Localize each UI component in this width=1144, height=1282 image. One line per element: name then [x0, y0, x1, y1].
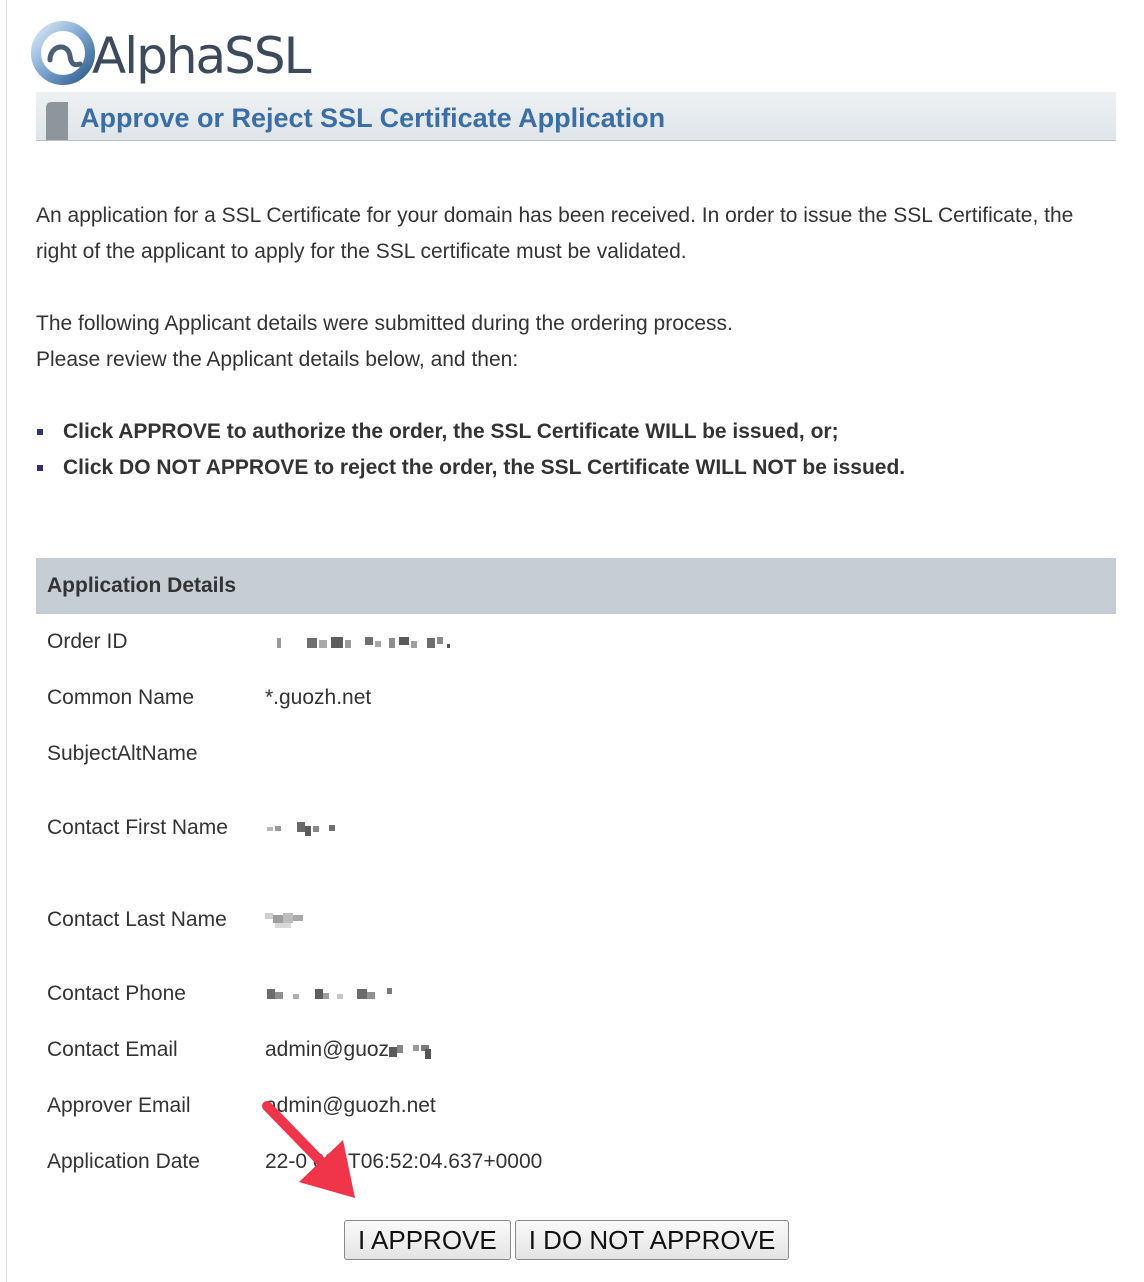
approver-email-value: admin@guozh.net	[265, 1094, 436, 1117]
redacted-value	[389, 1045, 432, 1060]
contact-email-text: admin@guoz	[265, 1038, 390, 1061]
approver-email-label: Approver Email	[47, 1094, 191, 1117]
common-name-value: *.guozh.net	[265, 686, 372, 709]
table-row: Order ID	[36, 614, 1116, 670]
approval-buttons: I APPROVE I DO NOT APPROVE	[344, 1220, 793, 1260]
application-details-table: Application Details Order ID Common Name…	[36, 558, 1116, 1190]
redacted-value	[277, 637, 450, 649]
table-row: Approver Email admin@guozh.net	[36, 1078, 1116, 1134]
red-arrow-icon	[262, 1101, 355, 1198]
contact-phone-label: Contact Phone	[47, 982, 186, 1005]
table-row: Common Name *.guozh.net	[36, 670, 1116, 726]
common-name-label: Common Name	[47, 686, 195, 709]
review-line-1: The following Applicant details were sub…	[36, 312, 733, 335]
title-tab-icon	[46, 102, 68, 140]
list-item: Click DO NOT APPROVE to reject the order…	[36, 450, 1116, 486]
contact-first-name-value	[255, 782, 1116, 874]
square-bullet-icon	[37, 429, 43, 435]
contact-email-label: Contact Email	[47, 1038, 178, 1061]
contact-first-name-label: Contact First Name	[47, 816, 228, 839]
table-row: Contact Email admin@guoz	[36, 1022, 1116, 1078]
alpha-ring-logo-icon	[31, 21, 95, 85]
table-row: Contact First Name	[36, 782, 1116, 874]
page-left-border	[6, 0, 7, 1282]
redacted-value	[267, 822, 335, 837]
instruction-approve: Click APPROVE to authorize the order, th…	[63, 420, 839, 443]
redacted-value	[267, 988, 392, 1000]
contact-last-name-label: Contact Last Name	[47, 908, 227, 931]
page-title: Approve or Reject SSL Certificate Applic…	[80, 103, 666, 133]
table-row: Contact Last Name	[36, 874, 1116, 966]
order-id-value	[255, 614, 1116, 670]
application-date-value: 22-0 021T06:52:04.637+0000	[265, 1150, 543, 1173]
table-row: SubjectAltName	[36, 726, 1116, 782]
subjectaltname-label: SubjectAltName	[47, 742, 198, 765]
redacted-value	[265, 913, 303, 929]
contact-email-value: admin@guoz	[255, 1022, 1116, 1078]
subjectaltname-value	[255, 726, 1116, 782]
application-date-label: Application Date	[47, 1150, 200, 1173]
instruction-reject: Click DO NOT APPROVE to reject the order…	[63, 456, 906, 479]
review-paragraph: The following Applicant details were sub…	[36, 306, 1096, 378]
contact-phone-value	[255, 966, 1116, 1022]
intro-paragraph: An application for a SSL Certificate for…	[36, 204, 1074, 263]
table-row: Application Date 22-0 021T06:52:04.637+0…	[36, 1134, 1116, 1190]
list-item: Click APPROVE to authorize the order, th…	[36, 414, 1116, 450]
contact-last-name-value	[255, 874, 1116, 966]
logo-wordmark: AlphaSSL	[92, 27, 311, 85]
approve-button[interactable]: I APPROVE	[344, 1220, 511, 1260]
do-not-approve-button[interactable]: I DO NOT APPROVE	[514, 1220, 790, 1260]
order-id-label: Order ID	[47, 630, 128, 653]
square-bullet-icon	[37, 465, 43, 471]
review-line-2: Please review the Applicant details belo…	[36, 348, 519, 371]
alphassl-logo: AlphaSSL	[30, 14, 330, 94]
instruction-list: Click APPROVE to authorize the order, th…	[36, 414, 1116, 486]
table-row: Contact Phone	[36, 966, 1116, 1022]
details-header: Application Details	[36, 558, 1116, 614]
page-title-bar: Approve or Reject SSL Certificate Applic…	[36, 92, 1116, 141]
